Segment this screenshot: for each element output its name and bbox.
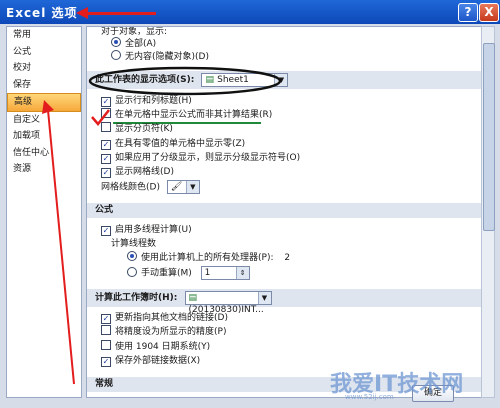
checkbox-icon [101,340,111,350]
red-annotation-arrow-icon [76,7,156,19]
options-content: 对于对象，显示: 全部(A) 无内容(隐藏对象)(D) 此工作表的显示选项(S)… [86,26,482,398]
manual-threads-spinner[interactable]: 1 ⇕ [200,266,250,280]
objects-all-radio[interactable]: 全部(A) [111,37,156,51]
radio-on-icon [111,37,121,47]
option-page-breaks[interactable]: 显示分页符(K) [101,122,173,136]
formulas-section: 公式 [87,203,481,218]
checkbox-checked-icon: ✓ [101,314,111,324]
window-title: Excel 选项 [6,6,78,20]
watermark-url: www.52ij.com [345,393,394,401]
option-precision[interactable]: 将精度设为所显示的精度(P) [101,325,226,339]
radio-on-icon [127,251,137,261]
option-show-zero[interactable]: ✓ 在具有零值的单元格中显示零(Z) [101,137,245,151]
sidebar-item-common[interactable]: 常用 [7,27,81,44]
radio-off-icon [111,50,121,60]
workbook-section: 计算此工作簿时(H): ▤ (20130830)INT... ▼ [87,289,481,315]
checkbox-checked-icon: ✓ [101,168,111,178]
help-button[interactable]: ? [458,3,478,22]
objects-none-radio[interactable]: 无内容(隐藏对象)(D) [111,50,209,64]
option-show-headers[interactable]: ✓ 显示行和列标题(H) [101,94,192,108]
workbook-icon: ▤ [188,292,198,303]
paint-bucket-icon: 🖌 [170,182,183,192]
workbook-select[interactable]: ▤ (20130830)INT... ▼ [184,290,272,315]
checkbox-checked-icon: ✓ [101,226,111,236]
option-show-formulas[interactable]: 在单元格中显示公式而非其计算结果(R) [101,108,272,122]
checkbox-checked-icon: ✓ [101,154,111,164]
sidebar-item-formulas[interactable]: 公式 [7,44,81,61]
option-outline-symbols[interactable]: ✓ 如果应用了分级显示，则显示分级显示符号(O) [101,151,300,165]
sidebar-item-save[interactable]: 保存 [7,77,81,94]
scrollbar-thumb[interactable] [483,43,495,231]
option-update-links[interactable]: ✓ 更新指向其他文档的链接(D) [101,311,228,325]
checkbox-icon [101,325,111,335]
title-bar: Excel 选项 ? X [0,0,500,24]
option-show-gridlines[interactable]: ✓ 显示网格线(D) [101,165,174,179]
checkbox-checked-icon: ✓ [101,357,111,367]
chevron-down-icon: ▼ [257,291,271,304]
checkbox-checked-icon: ✓ [101,140,111,150]
threads-label: 计算线程数 [111,239,157,249]
manual-threads-radio[interactable]: 手动重算(M) 1 ⇕ [127,266,250,280]
use-all-processors-radio[interactable]: 使用此计算机上的所有处理器(P): 2 [127,251,290,265]
gridline-color-picker[interactable]: 🖌 ▼ [166,180,200,194]
red-annotation-long-arrow-icon [42,100,75,385]
chevron-down-icon: ▼ [185,181,199,193]
spinner-arrows-icon: ⇕ [235,267,249,279]
radio-off-icon [127,266,137,277]
option-multithread[interactable]: ✓ 启用多线程计算(U) [101,223,192,237]
checkbox-icon [101,122,111,132]
content-scrollbar[interactable] [481,26,495,398]
option-save-external[interactable]: ✓ 保存外部链接数据(X) [101,354,200,368]
gridline-color-row: 网格线颜色(D) 🖌 ▼ [101,180,200,194]
checkbox-checked-icon: ✓ [101,97,111,107]
option-1904-dates[interactable]: 使用 1904 日期系统(Y) [101,340,210,354]
sidebar-item-proofing[interactable]: 校对 [7,60,81,77]
close-button[interactable]: X [479,3,499,22]
